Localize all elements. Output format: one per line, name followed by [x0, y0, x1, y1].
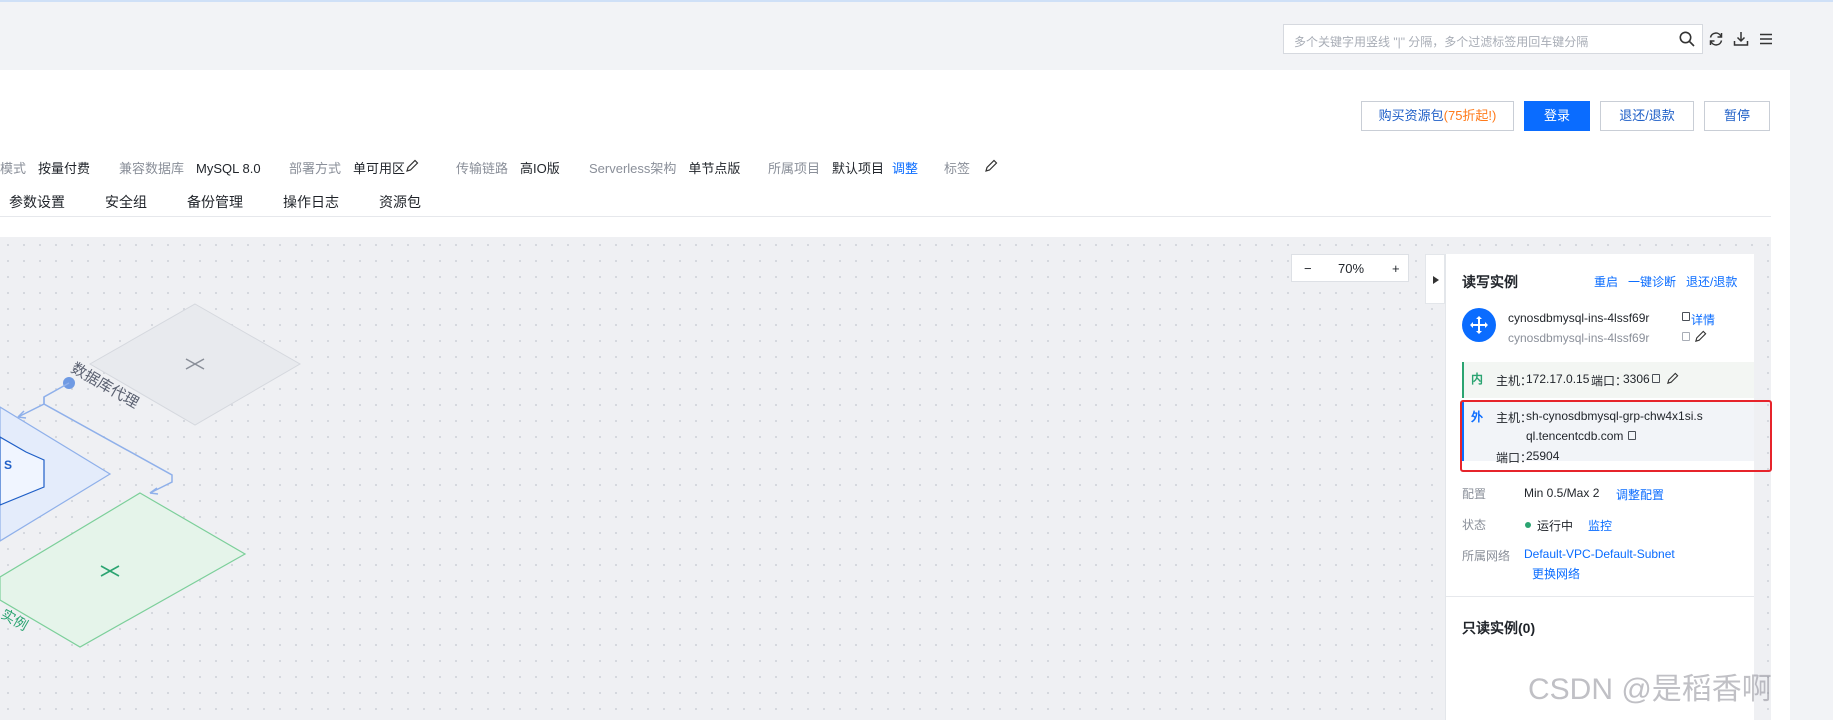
- meta-label: 标签: [944, 161, 971, 176]
- tab-bar: 参数设置 安全组 备份管理 操作日志 资源包: [0, 192, 500, 212]
- readonly-title: 只读实例(0): [1462, 620, 1536, 636]
- tab-params[interactable]: 参数设置: [9, 192, 65, 212]
- instance-id: cynosdbmysql-ins-4lssf69r: [1508, 311, 1650, 325]
- tab-divider: [0, 216, 1771, 217]
- meta-transport-link: 传输链路 高IO版: [456, 158, 560, 177]
- buy-package-button[interactable]: 购买资源包(75折起!): [1361, 101, 1514, 131]
- discount-label: (75折起!): [1443, 108, 1497, 123]
- config-value: Min 0.5/Max 2: [1524, 486, 1600, 500]
- arrow-ro: [149, 487, 159, 495]
- adjust-project-link[interactable]: 调整: [892, 161, 918, 176]
- meta-label: 所属项目: [768, 161, 821, 176]
- tab-security-group[interactable]: 安全组: [105, 192, 147, 212]
- side-panel-toggle[interactable]: [1425, 254, 1445, 304]
- private-tag: 内: [1471, 372, 1484, 386]
- highlight-box: [1460, 400, 1772, 472]
- restart-link[interactable]: 重启: [1594, 273, 1618, 290]
- meta-db-compat: 兼容数据库 MySQL 8.0: [119, 158, 261, 177]
- search-placeholder: 多个关键字用竖线 "|" 分隔，多个过滤标签用回车键分隔: [1294, 35, 1589, 49]
- buy-package-label: 购买资源包: [1378, 108, 1444, 123]
- caret-right-icon: [1433, 276, 1439, 284]
- change-network-link[interactable]: 更换网络: [1532, 565, 1580, 582]
- meta-label: Serverless架构: [589, 161, 677, 176]
- instance-side-panel: 读写实例 重启 一键诊断 退还/退款 cynosdbmysql-ins-4lss…: [1445, 254, 1754, 720]
- copy-icon[interactable]: [1682, 332, 1690, 341]
- edit-tags-icon[interactable]: [984, 159, 998, 173]
- network-value[interactable]: Default-VPC-Default-Subnet: [1524, 547, 1675, 561]
- meta-label: 模式: [0, 161, 27, 176]
- watermark: CSDN @是稻香啊: [1528, 673, 1772, 706]
- menu-icon[interactable]: [1757, 30, 1775, 48]
- config-label: 配置: [1462, 487, 1487, 501]
- edit-name-icon[interactable]: [1694, 330, 1707, 343]
- detail-link[interactable]: 详情: [1691, 311, 1715, 328]
- meta-value: 默认项目: [832, 161, 885, 176]
- login-label: 登录: [1543, 108, 1570, 123]
- edit-port-icon[interactable]: [1666, 372, 1679, 385]
- private-host: 172.17.0.15: [1526, 372, 1590, 386]
- tab-resource-package[interactable]: 资源包: [379, 192, 421, 212]
- edit-deploy-icon[interactable]: [405, 159, 419, 173]
- diagnose-link[interactable]: 一键诊断: [1628, 273, 1676, 290]
- status-value: 运行中: [1537, 519, 1574, 533]
- zoom-level: 70%: [1338, 261, 1365, 276]
- rw-node-text: S: [4, 458, 12, 472]
- private-port-label: 端口：: [1591, 374, 1628, 388]
- tab-backup[interactable]: 备份管理: [187, 192, 243, 212]
- meta-deploy-mode: 部署方式 单可用区: [289, 158, 405, 177]
- move-icon: [1470, 316, 1488, 334]
- refund-link[interactable]: 退还/退款: [1686, 273, 1737, 290]
- copy-icon[interactable]: [1682, 312, 1690, 321]
- refund-button[interactable]: 退还/退款: [1600, 101, 1694, 131]
- meta-project: 所属项目 默认项目 调整: [768, 158, 918, 177]
- meta-billing-mode: 模式 按量付费: [0, 158, 90, 177]
- meta-label: 兼容数据库: [119, 161, 185, 176]
- refresh-icon[interactable]: [1707, 30, 1725, 48]
- meta-tags: 标签: [944, 158, 982, 177]
- meta-value: 高IO版: [520, 161, 560, 176]
- private-port: 3306: [1623, 372, 1650, 386]
- side-title: 读写实例: [1462, 274, 1518, 290]
- monitor-link[interactable]: 监控: [1588, 517, 1612, 534]
- meta-label: 传输链路: [456, 161, 509, 176]
- meta-serverless-arch: Serverless架构 单节点版: [589, 158, 740, 177]
- search-input[interactable]: 多个关键字用竖线 "|" 分隔，多个过滤标签用回车键分隔: [1283, 24, 1703, 54]
- copy-icon[interactable]: [1652, 374, 1660, 383]
- zoom-control: − 70% +: [1291, 254, 1409, 282]
- meta-value: MySQL 8.0: [196, 161, 261, 176]
- adjust-config-link[interactable]: 调整配置: [1616, 486, 1664, 503]
- refund-label: 退还/退款: [1619, 108, 1675, 123]
- status-label: 状态: [1462, 518, 1487, 532]
- zoom-out-button[interactable]: −: [1304, 261, 1312, 276]
- meta-value: 按量付费: [38, 161, 91, 176]
- login-button[interactable]: 登录: [1524, 101, 1590, 131]
- topology-diagram: 数据库代理 S 实例: [0, 303, 302, 648]
- pause-button[interactable]: 暂停: [1704, 101, 1770, 131]
- meta-value: 单节点版: [688, 161, 741, 176]
- search-icon[interactable]: [1678, 30, 1696, 48]
- download-icon[interactable]: [1732, 30, 1750, 48]
- meta-label: 部署方式: [289, 161, 342, 176]
- meta-value: 单可用区: [353, 161, 406, 176]
- network-label: 所属网络: [1462, 549, 1511, 563]
- status-dot: [1525, 522, 1531, 528]
- instance-name: cynosdbmysql-ins-4lssf69r: [1508, 331, 1650, 345]
- zoom-in-button[interactable]: +: [1392, 261, 1400, 276]
- section-divider: [1446, 596, 1754, 597]
- tab-operation-log[interactable]: 操作日志: [283, 192, 339, 212]
- pause-label: 暂停: [1723, 108, 1750, 123]
- instance-avatar: [1462, 308, 1496, 342]
